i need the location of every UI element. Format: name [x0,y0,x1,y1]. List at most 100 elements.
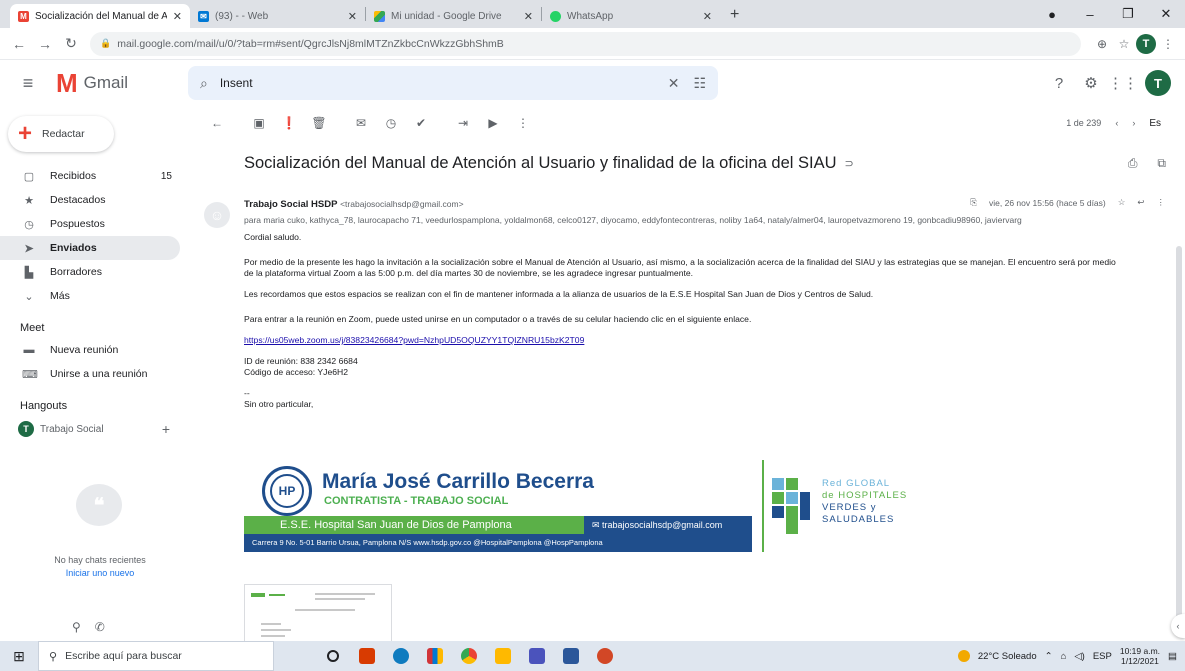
nav-item-destacados[interactable]: ★ Destacados [0,188,180,212]
add-contact-icon[interactable]: + [162,421,170,437]
close-tab-icon[interactable]: ✕ [524,10,533,23]
browser-tab-whatsapp[interactable]: WhatsApp ✕ [542,4,720,28]
forward-icon[interactable]: → [32,36,58,52]
extension-icon[interactable]: ⊕ [1091,37,1113,51]
meet-label: Unirse a una reunión [50,368,148,380]
meet-new-meeting[interactable]: ▬ Nueva reunión [0,338,180,362]
clock-time: 10:19 a.m. [1119,646,1161,656]
add-task-icon[interactable]: ✔ [406,116,436,130]
zoom-link[interactable]: https://us05web.zoom.us/j/83823426684?pw… [244,335,1124,346]
account-avatar[interactable]: T [1145,70,1171,96]
clear-search-icon[interactable]: ✕ [668,75,680,92]
more-options-icon[interactable]: ⋮ [508,116,538,130]
reload-icon[interactable]: ↻ [58,35,84,52]
nav-item-recibidos[interactable]: ▢ Recibidos 15 [0,164,180,188]
seal-inner: HP [270,474,304,508]
open-new-window-icon[interactable]: ⧉ [1157,156,1166,171]
minimize-button[interactable]: – [1071,7,1109,22]
word-icon[interactable] [556,641,586,671]
star-message-icon[interactable]: ☆ [1118,197,1126,208]
powerpoint-icon[interactable] [590,641,620,671]
windows-start-icon[interactable]: ⊞ [0,648,38,665]
network-icon[interactable]: ⌂ [1061,651,1067,662]
attachment-thumbnail[interactable] [244,584,392,641]
close-tab-icon[interactable]: ✕ [703,10,712,23]
chrome-icon[interactable] [454,641,484,671]
taskbar-search[interactable]: ⚲ Escribe aquí para buscar [38,641,274,671]
main-menu-icon[interactable]: ≡ [0,73,56,94]
search-input[interactable] [219,76,654,90]
maximize-button[interactable]: ❐ [1109,6,1147,22]
taskbar-clock[interactable]: 10:19 a.m. 1/12/2021 [1120,646,1160,666]
apps-grid-icon[interactable]: ⋮⋮ [1107,74,1139,92]
address-bar[interactable]: 🔒 mail.google.com/mail/u/0/?tab=rm#sent/… [90,31,1081,56]
profile-avatar[interactable]: T [1135,33,1157,54]
lock-icon: 🔒 [100,38,112,48]
file-explorer-icon[interactable] [488,641,518,671]
notifications-icon[interactable]: ▤ [1168,651,1177,662]
print-icon[interactable]: ⎙ [1128,156,1138,171]
close-tab-icon[interactable]: ✕ [173,10,182,23]
new-tab-button[interactable]: + [720,4,749,28]
edge-icon[interactable] [386,641,416,671]
sender-email: <trabajosocialhsdp@gmail.com> [340,199,464,209]
input-lang[interactable]: ESP [1093,651,1112,662]
nav-item-pospuestos[interactable]: ◷ Pospuestos [0,212,180,236]
message-date: vie, 26 nov 15:56 (hace 5 días) [989,197,1106,208]
prev-page-icon[interactable]: ‹ [1115,118,1118,128]
search-options-icon[interactable]: ☷ [693,75,706,92]
next-page-icon[interactable]: › [1132,118,1135,128]
browser-tab-strip: M Socialización del Manual de Aten ✕ ✉ (… [0,0,1185,28]
search-icon[interactable]: ⌕ [200,75,208,92]
side-panel-toggle-icon[interactable]: ‹ [1171,614,1185,638]
message-more-icon[interactable]: ⋮ [1157,197,1166,208]
move-to-icon[interactable]: ⇥ [448,116,478,130]
mark-unread-icon[interactable]: ✉ [346,116,376,130]
tray-chevron-icon[interactable]: ⌃ [1045,651,1053,662]
teams-icon[interactable] [522,641,552,671]
nav-item-mas[interactable]: ⌄ Más [0,284,180,308]
close-tab-icon[interactable]: ✕ [348,10,357,23]
meeting-id: ID de reunión: 838 2342 6684 [244,356,358,366]
browser-menu-icon[interactable]: ⋮ [1157,37,1179,51]
gmail-logo[interactable]: M Gmail [56,70,186,96]
close-window-button[interactable]: ✕ [1147,6,1185,22]
browser-tab-drive[interactable]: Mi unidad - Google Drive ✕ [366,4,541,28]
label-icon[interactable]: ▶ [478,116,508,130]
importance-marker-icon[interactable]: ⊃ [845,157,854,170]
archive-icon[interactable]: ▣ [244,116,274,130]
person-icon[interactable]: ⚲ [72,620,81,634]
compose-button[interactable]: + Redactar [8,116,114,152]
help-icon[interactable]: ? [1043,75,1075,92]
message-toolbar: ← ▣ ❗ 🗑 ✉ ◷ ✔ ⇥ ▶ ⋮ [192,106,1185,140]
office-icon[interactable] [352,641,382,671]
task-view-icon[interactable] [318,641,348,671]
snooze-icon[interactable]: ◷ [376,116,406,130]
left-navigation: + Redactar ▢ Recibidos 15 ★ Destacados ◷… [0,106,192,641]
volume-icon[interactable]: ◁) [1074,651,1084,662]
scrollbar[interactable] [1176,246,1182,636]
report-spam-icon[interactable]: ❗ [274,116,304,130]
green-hospitals-logo [772,478,812,538]
gmail-icon: M [18,10,29,22]
stats-app-icon[interactable] [420,641,450,671]
start-new-chat-link[interactable]: Iniciar uno nuevo [0,567,200,580]
whatsapp-icon [550,10,561,22]
weather-text[interactable]: 22°C Soleado [978,651,1037,662]
browser-tab-mail[interactable]: ✉ (93) - - Web ✕ [190,4,365,28]
phone-icon[interactable]: ✆ [95,620,105,634]
browser-tab-gmail[interactable]: M Socialización del Manual de Aten ✕ [10,4,190,28]
settings-gear-icon[interactable]: ⚙ [1075,74,1107,92]
profile-dot-icon[interactable]: ● [1033,7,1071,22]
back-icon[interactable]: ← [6,36,32,52]
input-language-selector[interactable]: Es [1149,118,1161,129]
delete-icon[interactable]: 🗑 [304,116,334,130]
hangouts-user[interactable]: T Trabajo Social + [0,416,192,442]
recipients-line[interactable]: para maria cuko, kathyca_78, laurocapach… [244,215,1104,225]
reply-icon[interactable]: ↩ [1137,197,1144,208]
nav-item-borradores[interactable]: ▙ Borradores [0,260,180,284]
back-to-list-icon[interactable]: ← [202,116,232,130]
meet-join-meeting[interactable]: ⌨ Unirse a una reunión [0,362,180,386]
nav-item-enviados[interactable]: ➤ Enviados [0,236,180,260]
bookmark-star-icon[interactable]: ☆ [1113,37,1135,51]
